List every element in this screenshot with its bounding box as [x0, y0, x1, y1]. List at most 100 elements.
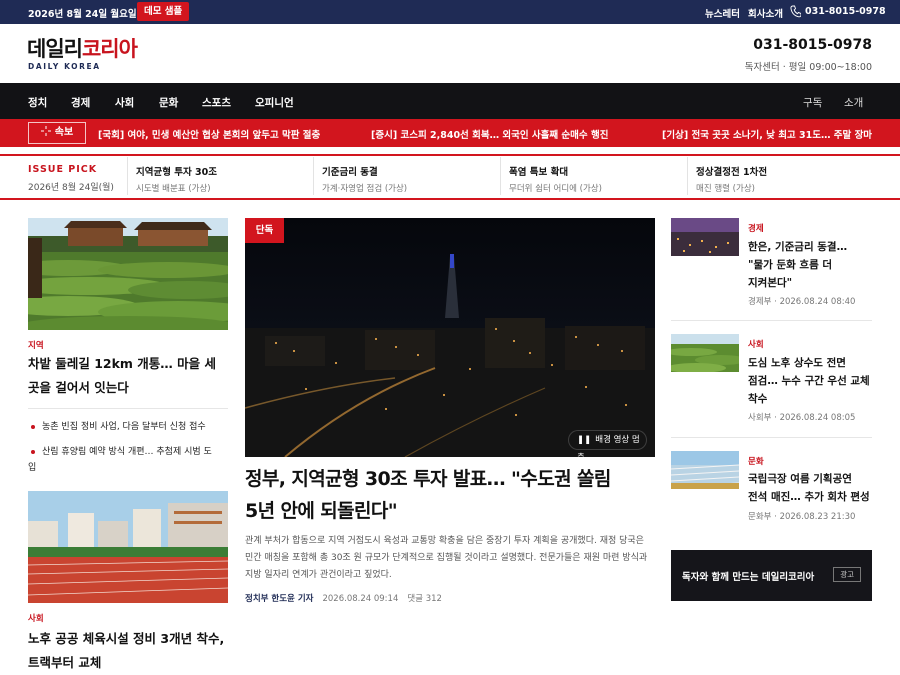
headline-line: 정부, 지역균형 30조 투자 발표… "수도권 쏠림	[245, 468, 611, 490]
headline-line: 차밭 둘레길 12km 개통… 마을 세	[28, 356, 216, 371]
story-category: 지역	[28, 341, 44, 351]
feature-summary: 관계 부처가 합동으로 지역 거점도시 육성과 교통망 확충을 담은 중장기 투…	[245, 533, 655, 584]
logo-accent-text: 코리아	[81, 37, 138, 61]
promo-banner[interactable]: 독자와 함께 만드는 데일리코리아 광고	[671, 550, 872, 601]
newsletter-link[interactable]: 뉴스레터	[705, 6, 740, 20]
story-headline[interactable]: 노후 공공 체육시설 정비 3개년 착수, 트랙부터 교체	[28, 627, 224, 675]
list-item-text: 농촌 빈집 정비 사업, 다음 달부터 신청 접수	[42, 422, 206, 432]
comment-count[interactable]: 댓글 312	[407, 594, 442, 604]
story-meta: 문화부 · 2026.08.23 21:30	[748, 512, 856, 522]
headline-line: 노후 공공 체육시설 정비 3개년 착수,	[28, 631, 225, 646]
feature-headline[interactable]: 정부, 지역균형 30조 투자 발표… "수도권 쏠림 5년 안에 되돌린다"	[245, 463, 655, 527]
issue-pick-item-title: 폭염 특보 확대	[509, 167, 569, 178]
nav-about[interactable]: 소개	[844, 95, 863, 110]
headline-line: 전석 매진… 추가 회차 편성	[748, 491, 870, 503]
story-category: 경제	[748, 224, 764, 234]
crosshair-icon	[40, 123, 51, 143]
story-headline[interactable]: 한은, 기준금리 동결… "물가 둔화 흐름 더 지켜본다"	[748, 238, 876, 292]
headline-line: 착수	[748, 393, 768, 405]
divider	[671, 320, 872, 321]
story-meta: 사회부 · 2026.08.24 08:05	[748, 413, 856, 423]
issue-pick-title: ISSUE PICK	[28, 164, 98, 175]
feature-meta: 정치부 한도윤 기자 2026.08.24 09:14 댓글 312	[245, 592, 442, 604]
logo-subtitle: DAILY KOREA	[28, 62, 101, 71]
breaking-news-ticker: 속보 [국회] 여야, 민생 예산안 협상 본회의 앞두고 막판 절충 [증시]…	[0, 119, 900, 147]
list-item-text: 산림 휴양림 예약 방식 개편… 추첨제 시범 도	[42, 447, 212, 457]
nav-sports[interactable]: 스포츠	[202, 95, 231, 110]
story-category: 사회	[28, 614, 44, 624]
story-category: 사회	[748, 340, 764, 350]
issue-pick-item-title: 지역균형 투자 30조	[136, 167, 218, 178]
story-headline[interactable]: 도심 노후 상수도 전면 점검… 누수 구간 우선 교체 착수	[748, 354, 876, 408]
headline-line: 도심 노후 상수도 전면	[748, 357, 846, 369]
demo-sample-badge: 데모 샘플	[137, 2, 190, 21]
headline-line: 한은, 기준금리 동결…	[748, 241, 848, 253]
story-category: 문화	[748, 457, 764, 467]
logo-primary-text: 데일리	[27, 37, 83, 61]
night-city-video[interactable]	[245, 218, 655, 457]
issue-pick-item-sub: 무더위 쉼터 어디에 (가상)	[509, 184, 602, 194]
story-meta: 경제부 · 2026.08.24 08:40	[748, 297, 856, 307]
headline-line: 5년 안에 되돌린다"	[245, 500, 398, 522]
issue-pick-item-title: 기준금리 동결	[322, 167, 378, 178]
tea-field-photo[interactable]	[28, 218, 228, 330]
divider	[28, 408, 228, 409]
nav-opinion[interactable]: 오피니언	[255, 95, 294, 110]
story-headline[interactable]: 국립극장 여름 기획공연 전석 매진… 추가 회차 편성	[748, 470, 876, 506]
topbar-phone[interactable]: 031-8015-0978	[805, 6, 886, 17]
issue-pick-item-sub: 가계·자영업 점검 (가상)	[322, 184, 408, 194]
nav-economy[interactable]: 경제	[71, 95, 90, 110]
breaking-badge: 속보	[28, 122, 86, 144]
running-track-photo[interactable]	[28, 491, 228, 603]
pause-video-button[interactable]: ❚❚ 배경 영상 멈춤	[568, 430, 647, 463]
headline-line: 지켜본다"	[748, 277, 793, 289]
divider	[0, 198, 900, 200]
top-utility-bar: 2026년 8월 24일 월요일 데모 샘플 뉴스레터 회사소개 031-801…	[0, 0, 900, 24]
main-nav: 정치 경제 사회 문화 스포츠 오피니언 구독 소개	[0, 83, 900, 119]
promo-text: 독자와 함께 만드는 데일리코리아	[682, 572, 815, 583]
list-item[interactable]: 산림 휴양림 예약 방식 개편… 추첨제 시범 도 입	[28, 444, 228, 476]
headline-line: 국립극장 여름 기획공연	[748, 473, 852, 485]
byline[interactable]: 정치부 한도윤 기자	[245, 594, 313, 604]
site-logo[interactable]: 데일리코리아	[27, 33, 138, 63]
summary-line: 지방 일자리 연계가 관건이라고 짚었다.	[245, 570, 392, 580]
issue-pick-item-sub: 매진 행렬 (가상)	[696, 184, 755, 194]
company-link[interactable]: 회사소개	[748, 6, 783, 20]
story-headline[interactable]: 차밭 둘레길 12km 개통… 마을 세 곳을 걸어서 잇는다	[28, 352, 216, 400]
divider	[0, 154, 900, 156]
issue-pick-item[interactable]: 정상결정전 1차전 매진 행렬 (가상)	[687, 157, 872, 195]
headline-line: 점검… 누수 구간 우선 교체	[748, 375, 870, 387]
pause-icon: ❚❚	[577, 435, 592, 445]
ticker-item[interactable]: [기상] 전국 곳곳 소나기, 낮 최고 31도… 주말 장마	[662, 127, 872, 141]
headline-line: "물가 둔화 흐름 더	[748, 259, 833, 271]
current-date: 2026년 8월 24일 월요일	[28, 9, 137, 20]
nav-politics[interactable]: 정치	[28, 95, 47, 110]
summary-line: 관계 부처가 합동으로 지역 거점도시 육성과 교통망 확충을 담은 중장기 투…	[245, 536, 644, 546]
ticker-item[interactable]: [국회] 여야, 민생 예산안 협상 본회의 앞두고 막판 절충	[98, 127, 320, 141]
headline-line: 곳을 걸어서 잇는다	[28, 380, 129, 395]
issue-pick-item[interactable]: 기준금리 동결 가계·자영업 점검 (가상)	[313, 157, 500, 195]
greenhouse-thumbnail[interactable]	[671, 451, 739, 489]
issue-pick-item[interactable]: 지역균형 투자 30조 시도별 배분표 (가상)	[127, 157, 312, 195]
city-night-thumbnail[interactable]	[671, 218, 739, 256]
ticker-item[interactable]: [증시] 코스피 2,840선 회복… 외국인 사흘째 순매수 행진	[371, 127, 608, 141]
header-phone[interactable]: 031-8015-0978	[753, 37, 872, 53]
bullet-dot	[31, 450, 35, 454]
headline-line: 트랙부터 교체	[28, 655, 102, 670]
issue-pick-item-sub: 시도별 배분표 (가상)	[136, 184, 211, 194]
list-item-text: 입	[28, 463, 37, 473]
nav-society[interactable]: 사회	[115, 95, 134, 110]
breaking-label: 속보	[54, 127, 74, 138]
ad-label: 광고	[833, 567, 861, 582]
list-item[interactable]: 농촌 빈집 정비 사업, 다음 달부터 신청 접수	[28, 419, 228, 435]
issue-pick-date: 2026년 8월 24일(월)	[28, 183, 114, 193]
timestamp: 2026.08.24 09:14	[322, 594, 399, 604]
issue-pick-item[interactable]: 폭염 특보 확대 무더위 쉼터 어디에 (가상)	[500, 157, 687, 195]
phone-icon	[790, 5, 801, 18]
tea-field-thumbnail[interactable]	[671, 334, 739, 372]
nav-subscribe[interactable]: 구독	[803, 95, 822, 110]
divider	[671, 437, 872, 438]
bullet-dot	[31, 425, 35, 429]
reader-center-hours: 독자센터 · 평일 09:00~18:00	[744, 62, 872, 73]
nav-culture[interactable]: 문화	[159, 95, 178, 110]
